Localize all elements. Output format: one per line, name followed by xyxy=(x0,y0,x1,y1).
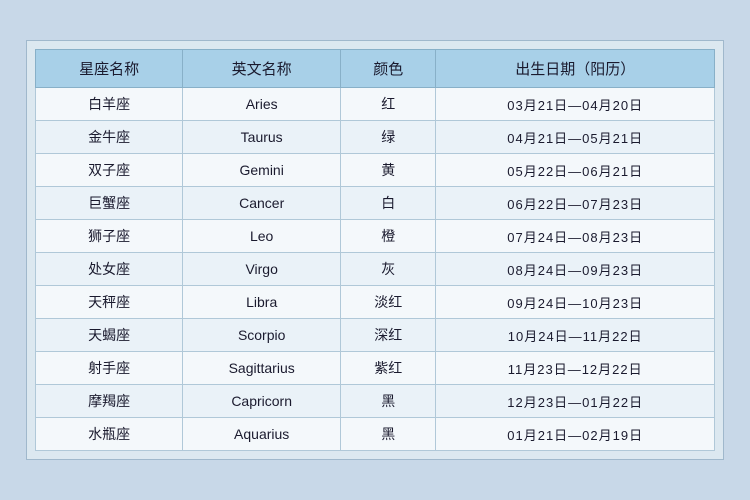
cell-english-name: Aquarius xyxy=(183,418,341,451)
cell-color: 黑 xyxy=(341,418,436,451)
cell-dates: 01月21日—02月19日 xyxy=(436,418,715,451)
table-row: 天秤座Libra淡红09月24日—10月23日 xyxy=(36,286,715,319)
cell-dates: 09月24日—10月23日 xyxy=(436,286,715,319)
cell-english-name: Gemini xyxy=(183,154,341,187)
col-header-dates: 出生日期（阳历） xyxy=(436,50,715,88)
table-row: 水瓶座Aquarius黑01月21日—02月19日 xyxy=(36,418,715,451)
cell-chinese-name: 狮子座 xyxy=(36,220,183,253)
cell-english-name: Capricorn xyxy=(183,385,341,418)
cell-dates: 12月23日—01月22日 xyxy=(436,385,715,418)
cell-chinese-name: 处女座 xyxy=(36,253,183,286)
cell-english-name: Cancer xyxy=(183,187,341,220)
zodiac-table: 星座名称 英文名称 颜色 出生日期（阳历） 白羊座Aries红03月21日—04… xyxy=(35,49,715,451)
col-header-color: 颜色 xyxy=(341,50,436,88)
cell-chinese-name: 巨蟹座 xyxy=(36,187,183,220)
col-header-english: 英文名称 xyxy=(183,50,341,88)
cell-color: 橙 xyxy=(341,220,436,253)
table-row: 天蝎座Scorpio深红10月24日—11月22日 xyxy=(36,319,715,352)
table-container: 星座名称 英文名称 颜色 出生日期（阳历） 白羊座Aries红03月21日—04… xyxy=(26,40,724,460)
cell-chinese-name: 射手座 xyxy=(36,352,183,385)
cell-color: 灰 xyxy=(341,253,436,286)
cell-color: 深红 xyxy=(341,319,436,352)
cell-chinese-name: 水瓶座 xyxy=(36,418,183,451)
cell-color: 白 xyxy=(341,187,436,220)
cell-english-name: Taurus xyxy=(183,121,341,154)
cell-color: 黑 xyxy=(341,385,436,418)
cell-dates: 08月24日—09月23日 xyxy=(436,253,715,286)
cell-dates: 10月24日—11月22日 xyxy=(436,319,715,352)
cell-dates: 03月21日—04月20日 xyxy=(436,88,715,121)
col-header-chinese: 星座名称 xyxy=(36,50,183,88)
cell-color: 紫红 xyxy=(341,352,436,385)
cell-dates: 04月21日—05月21日 xyxy=(436,121,715,154)
cell-color: 淡红 xyxy=(341,286,436,319)
table-row: 摩羯座Capricorn黑12月23日—01月22日 xyxy=(36,385,715,418)
cell-color: 红 xyxy=(341,88,436,121)
cell-color: 黄 xyxy=(341,154,436,187)
cell-chinese-name: 双子座 xyxy=(36,154,183,187)
table-row: 白羊座Aries红03月21日—04月20日 xyxy=(36,88,715,121)
cell-dates: 11月23日—12月22日 xyxy=(436,352,715,385)
table-body: 白羊座Aries红03月21日—04月20日金牛座Taurus绿04月21日—0… xyxy=(36,88,715,451)
cell-english-name: Libra xyxy=(183,286,341,319)
cell-english-name: Leo xyxy=(183,220,341,253)
cell-english-name: Aries xyxy=(183,88,341,121)
cell-english-name: Sagittarius xyxy=(183,352,341,385)
cell-chinese-name: 金牛座 xyxy=(36,121,183,154)
cell-chinese-name: 摩羯座 xyxy=(36,385,183,418)
table-row: 处女座Virgo灰08月24日—09月23日 xyxy=(36,253,715,286)
cell-color: 绿 xyxy=(341,121,436,154)
table-row: 射手座Sagittarius紫红11月23日—12月22日 xyxy=(36,352,715,385)
table-header-row: 星座名称 英文名称 颜色 出生日期（阳历） xyxy=(36,50,715,88)
cell-chinese-name: 天秤座 xyxy=(36,286,183,319)
cell-chinese-name: 白羊座 xyxy=(36,88,183,121)
cell-dates: 06月22日—07月23日 xyxy=(436,187,715,220)
cell-english-name: Virgo xyxy=(183,253,341,286)
cell-english-name: Scorpio xyxy=(183,319,341,352)
cell-chinese-name: 天蝎座 xyxy=(36,319,183,352)
cell-dates: 07月24日—08月23日 xyxy=(436,220,715,253)
table-row: 双子座Gemini黄05月22日—06月21日 xyxy=(36,154,715,187)
table-row: 狮子座Leo橙07月24日—08月23日 xyxy=(36,220,715,253)
table-row: 巨蟹座Cancer白06月22日—07月23日 xyxy=(36,187,715,220)
cell-dates: 05月22日—06月21日 xyxy=(436,154,715,187)
table-row: 金牛座Taurus绿04月21日—05月21日 xyxy=(36,121,715,154)
